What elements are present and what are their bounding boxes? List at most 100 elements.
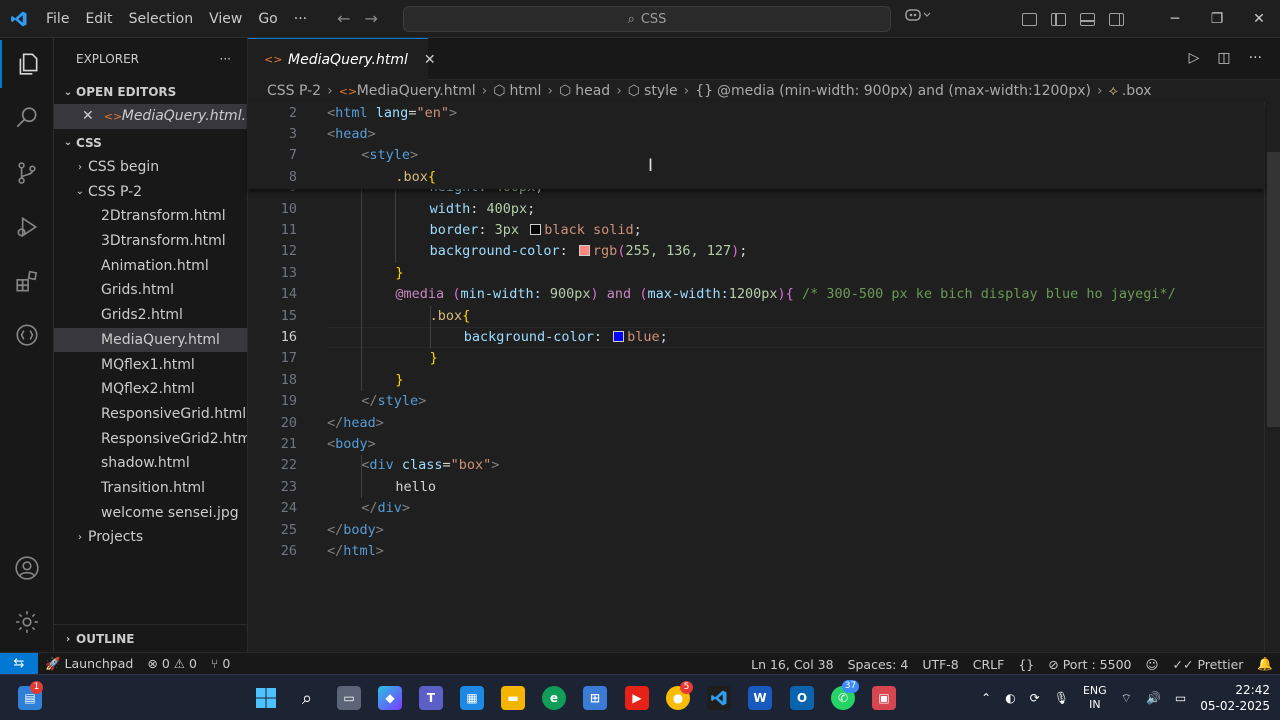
copilot-status-icon[interactable]: ☺ [1138,657,1165,672]
menu-file[interactable]: File [38,0,77,38]
code-line[interactable]: 19 </style> [248,391,1264,412]
indentation[interactable]: Spaces: 4 [841,657,916,672]
more-actions-icon[interactable]: ··· [1249,50,1262,66]
code-line[interactable]: 21 <body> [248,434,1264,455]
explorer-icon[interactable] [0,40,54,88]
code-line[interactable]: 14 @media (min-width: 900px) and (max-wid… [248,284,1264,305]
volume-icon[interactable]: 🔊 [1146,691,1161,705]
breadcrumb-item[interactable]: head [575,83,610,99]
customize-layout-icon[interactable] [1022,12,1037,26]
menu-view[interactable]: View [201,0,250,38]
folder-css-begin[interactable]: › CSS begin [54,155,247,180]
minimize-icon[interactable]: ─ [1154,11,1196,27]
folder-projects[interactable]: › Projects [54,525,247,550]
breadcrumb-item[interactable]: style [644,83,678,99]
folder-css-p2[interactable]: ⌄ CSS P-2 [54,179,247,204]
taskbar-search-icon[interactable]: ⌕ [295,686,319,710]
vscode-taskbar-icon[interactable] [707,686,731,710]
prettier-item[interactable]: ✓✓ Prettier [1166,657,1251,672]
close-editor-icon[interactable]: ✕ [82,108,94,124]
menu-edit[interactable]: Edit [77,0,120,38]
command-center-search[interactable]: ⌕ CSS [403,6,891,32]
workspace-section[interactable]: ⌄ CSS [54,131,247,155]
file-item[interactable]: Grids2.html [54,303,247,328]
settings-gear-icon[interactable] [0,598,54,646]
problems-item[interactable]: ⊗ 0 ⚠ 0 [140,656,204,671]
sticky-scroll-header[interactable]: 2 <html lang="en"> 3 <head> 7 <style> 8 .box{ [248,102,1264,189]
code-line[interactable]: 22 <div class="box"> [248,455,1264,476]
extensions-icon[interactable] [0,258,54,306]
breadcrumb-item[interactable]: html [510,83,542,99]
store-app-icon[interactable]: ▦ [460,686,484,710]
end-of-line[interactable]: CRLF [966,657,1012,672]
code-line[interactable]: 25 </body> [248,520,1264,541]
file-item[interactable]: ResponsiveGrid2.html [54,426,247,451]
code-line[interactable]: 2 <html lang="en"> [248,103,1264,124]
code-line[interactable]: 18} [248,370,1264,391]
outlook-icon[interactable]: O [790,686,814,710]
cursor-position[interactable]: Ln 16, Col 38 [744,657,840,672]
youtube-icon[interactable]: ▶ [625,686,649,710]
run-icon[interactable]: ▷ [1189,50,1200,66]
toggle-primary-sidebar-icon[interactable] [1051,12,1066,26]
source-control-icon[interactable] [0,149,54,197]
file-item[interactable]: MQflex1.html [54,352,247,377]
tab-mediaquery[interactable]: <> MediaQuery.html ✕ [248,38,436,80]
task-view-icon[interactable]: ▭ [337,686,361,710]
copilot-icon[interactable] [905,8,931,26]
windows-start-icon[interactable] [254,686,278,710]
file-item[interactable]: ResponsiveGrid.html [54,402,247,427]
ports-item[interactable]: ⑂ 0 [204,656,237,671]
breadcrumb-item[interactable]: @media (min-width: 900px) and (max-width… [717,83,1091,99]
tray-app-icon[interactable]: ◐ [1005,691,1015,705]
back-arrow-icon[interactable]: ← [337,9,350,28]
code-line[interactable]: 17} [248,348,1264,369]
code-line[interactable]: 23 hello [248,477,1264,498]
file-item[interactable]: welcome sensei.jpg [54,500,247,525]
code-line[interactable]: 15 .box{ [248,306,1264,327]
wifi-icon[interactable]: ⌔ [1121,691,1132,706]
language-mode-icon[interactable]: {} [1011,657,1041,672]
search-view-icon[interactable] [0,94,54,142]
code-line[interactable]: 10 width: 400px; [248,199,1264,220]
code-line[interactable]: 3 <head> [248,124,1264,145]
forward-arrow-icon[interactable]: → [365,9,378,28]
accounts-icon[interactable] [0,544,54,592]
code-line[interactable]: 26 </html> [248,541,1264,562]
edge-icon[interactable]: e [542,686,566,710]
launchpad-item[interactable]: 🚀 Launchpad [38,656,140,672]
code-line[interactable]: 13} [248,263,1264,284]
language-indicator[interactable]: ENG IN [1083,684,1107,712]
battery-icon[interactable]: ▭ [1175,691,1186,705]
file-item[interactable]: 3Dtransform.html [54,229,247,254]
microphone-icon[interactable]: 🎙 [1054,691,1069,705]
code-line[interactable]: 16 background-color: blue; [248,327,1264,349]
menu-go[interactable]: Go [250,0,285,38]
file-item[interactable]: Transition.html [54,476,247,501]
file-item[interactable]: Animation.html [54,253,247,278]
file-item[interactable]: MediaQuery.html [54,327,247,353]
file-item[interactable]: shadow.html [54,451,247,476]
close-tab-icon[interactable]: ✕ [424,52,436,68]
breadcrumb-item[interactable]: CSS P-2 [267,83,321,99]
editor-scrollbar[interactable] [1264,102,1280,652]
close-window-icon[interactable]: ✕ [1238,11,1280,27]
outline-section[interactable]: › OUTLINE [54,624,247,652]
breadcrumb-item[interactable]: .box [1122,83,1152,99]
file-item[interactable]: Grids.html [54,278,247,303]
code-line[interactable]: 24 </div> [248,498,1264,519]
file-item[interactable]: MQflex2.html [54,377,247,402]
remote-indicator-icon[interactable]: ⇆ [0,652,38,675]
code-line[interactable]: 20 </head> [248,413,1264,434]
open-editor-item[interactable]: ✕ <> MediaQuery.html... [54,104,247,129]
code-line[interactable]: 12 background-color: rgb(255, 136, 127); [248,241,1264,262]
breadcrumb-item[interactable]: MediaQuery.html [357,83,476,99]
media-app-icon[interactable]: ▣ [872,686,896,710]
remote-explorer-icon[interactable] [0,311,54,359]
microsoft-store-icon[interactable]: ⊞ [583,686,607,710]
file-item[interactable]: 2Dtransform.html [54,204,247,229]
split-editor-icon[interactable]: ◫ [1217,50,1230,66]
menu-more[interactable]: ··· [286,0,315,38]
encoding[interactable]: UTF-8 [915,657,965,672]
tray-chevron-up-icon[interactable]: ⌃ [981,691,991,705]
